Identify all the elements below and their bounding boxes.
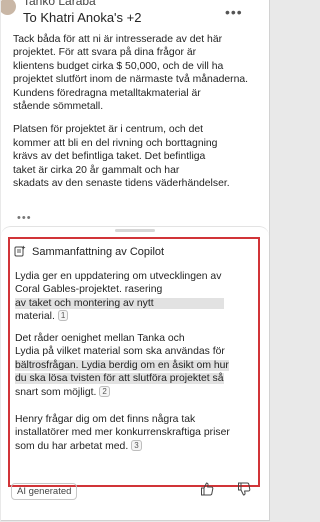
summary-line: material.: [15, 311, 55, 323]
email-message: Tanko Laraba To Khatri Anoka's +2 ••• Ta…: [1, 0, 269, 228]
summary-footer: AI generated: [1, 475, 269, 505]
summary-line: Coral Gables-projektet. rasering: [15, 284, 163, 296]
thumbs-down-icon[interactable]: [236, 481, 252, 497]
ai-generated-badge: AI generated: [11, 483, 78, 500]
email-paragraph: Tack båda för att ni är intresserade av …: [13, 34, 249, 113]
recipients-line[interactable]: To Khatri Anoka's +2: [23, 10, 141, 25]
summary-item: Det råder oenighet mellan Tanka och Lydi…: [15, 332, 229, 399]
sender-name: Tanko Laraba: [23, 0, 96, 8]
summary-item: Henry frågar dig om det finns några tak …: [15, 413, 230, 453]
show-more-ellipsis[interactable]: •••: [17, 212, 32, 224]
summary-line: som du har arbetat med.: [15, 440, 129, 452]
citation-badge[interactable]: 3: [131, 439, 142, 451]
thumbs-up-icon[interactable]: [199, 481, 215, 497]
email-paragraph: Platsen för projektet är i centrum, och …: [13, 124, 230, 190]
summary-line: Lydia ger en uppdatering om utvecklingen…: [15, 271, 222, 282]
sender-avatar[interactable]: [1, 0, 16, 15]
summary-line: Henry frågar dig om det finns några tak: [15, 414, 196, 425]
phone-screen: Tanko Laraba To Khatri Anoka's +2 ••• Ta…: [1, 0, 270, 521]
summary-item: Lydia ger en uppdatering om utvecklingen…: [15, 270, 224, 324]
email-body: Tack båda för att ni är intresserade av …: [13, 33, 253, 200]
citation-badge[interactable]: 2: [99, 385, 110, 397]
more-horizontal-icon[interactable]: •••: [225, 4, 243, 20]
sheet-drag-handle[interactable]: [115, 229, 155, 232]
summary-line: installatörer med mer konkurrenskraftiga…: [15, 427, 230, 439]
summary-line-highlighted: bältrosfrågan. Lydia berdig om en åsikt …: [15, 359, 229, 371]
citation-badge[interactable]: 1: [57, 310, 69, 322]
summary-line-highlighted: av taket och montering av nytt: [15, 297, 224, 309]
summary-title: Sammanfattning av Copilot: [32, 246, 165, 258]
copilot-summary-icon: [14, 245, 26, 257]
summary-line: Det råder oenighet mellan Tanka och: [15, 333, 185, 344]
summary-line: snart som möjligt.: [15, 386, 97, 398]
summary-line-highlighted: du ska lösa tvisten för att slutföra pro…: [15, 373, 224, 385]
summary-line: Lydia på vilket material som ska använda…: [15, 346, 225, 358]
